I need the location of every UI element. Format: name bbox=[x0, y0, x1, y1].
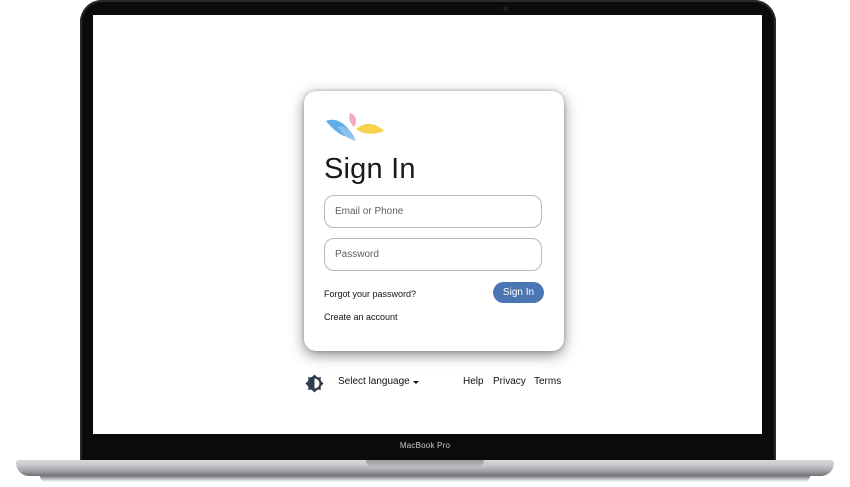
help-link[interactable]: Help bbox=[463, 376, 484, 387]
laptop-model-label: MacBook Pro bbox=[399, 441, 451, 450]
password-field[interactable] bbox=[324, 238, 542, 271]
forgot-password-link[interactable]: Forgot your password? bbox=[324, 289, 416, 299]
screen: Sign In Forgot your password? Sign In Cr… bbox=[93, 15, 762, 434]
bird-logo-icon bbox=[326, 113, 384, 141]
laptop-notch bbox=[366, 460, 484, 467]
sign-in-button[interactable]: Sign In bbox=[493, 282, 544, 303]
login-card: Sign In Forgot your password? Sign In Cr… bbox=[304, 91, 564, 351]
laptop-mockup: Sign In Forgot your password? Sign In Cr… bbox=[0, 0, 850, 487]
laptop-base-shadow bbox=[40, 476, 810, 482]
camera-dot bbox=[503, 6, 508, 11]
email-field[interactable] bbox=[324, 195, 542, 228]
brightness-icon[interactable] bbox=[305, 374, 324, 393]
privacy-link[interactable]: Privacy bbox=[493, 376, 526, 387]
create-account-link[interactable]: Create an account bbox=[324, 312, 398, 322]
page-title: Sign In bbox=[324, 153, 416, 185]
caret-down-icon bbox=[412, 380, 419, 384]
language-selector-label: Select language bbox=[338, 376, 410, 387]
terms-link[interactable]: Terms bbox=[534, 376, 561, 387]
language-selector[interactable]: Select language bbox=[338, 376, 419, 387]
